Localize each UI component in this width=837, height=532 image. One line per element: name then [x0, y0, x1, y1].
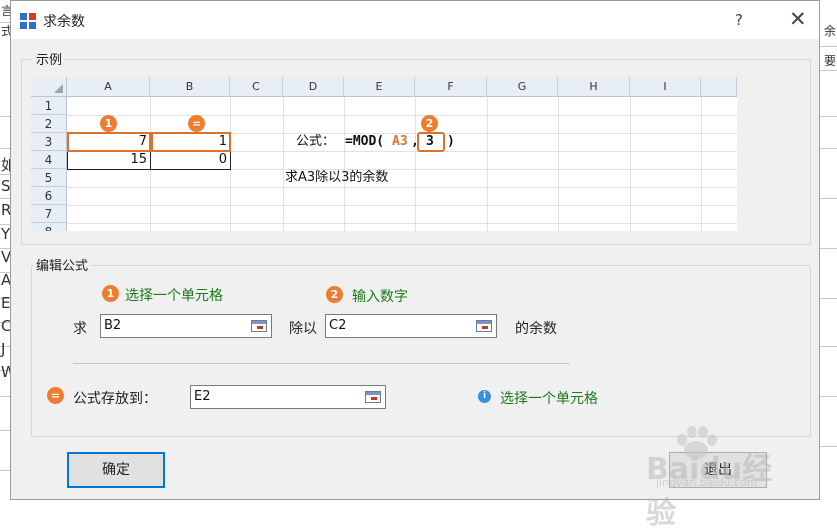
background-sheet-right: 余 要	[820, 0, 837, 512]
formula-number: 3	[426, 134, 434, 149]
app-icon	[20, 13, 36, 29]
step-1-badge: 1	[100, 115, 117, 132]
grid-line	[67, 223, 737, 224]
row-header: 1	[31, 97, 67, 115]
step-1-label: 选择一个单元格	[125, 288, 223, 304]
edit-step-1-badge: 1	[102, 285, 119, 302]
store-label: 公式存放到：	[73, 391, 157, 407]
row-header: 4	[31, 151, 67, 169]
column-header: E	[344, 77, 415, 97]
equals-badge: =	[188, 115, 205, 132]
result-cell-value: E2	[194, 389, 211, 404]
hint-label: 选择一个单元格	[500, 391, 598, 407]
background-text: 要	[824, 54, 837, 68]
edit-step-2-badge: 2	[326, 286, 343, 303]
close-button[interactable]: ✕	[789, 7, 807, 31]
row-header: 8	[31, 223, 67, 231]
dividend-cell-input[interactable]: B2	[100, 314, 272, 338]
qiu-label: 求	[73, 321, 87, 337]
help-button[interactable]: ?	[735, 11, 743, 29]
column-header-extra	[701, 77, 737, 97]
section-divider	[73, 363, 570, 364]
step-2-badge: 2	[421, 115, 438, 132]
cell-a3: 7	[138, 134, 147, 149]
yushu-label: 的余数	[515, 321, 557, 337]
cell-a4: 15	[130, 152, 147, 167]
column-header: F	[415, 77, 487, 97]
grid-line	[67, 205, 737, 206]
column-header: I	[630, 77, 701, 97]
cell-picker-icon[interactable]	[476, 320, 492, 332]
example-group-title: 示例	[33, 49, 66, 68]
chuyi-label: 除以	[289, 321, 317, 337]
example-note: 求A3除以3的余数	[285, 170, 389, 185]
window-title: 求余数	[43, 14, 85, 30]
step-2-label: 输入数字	[352, 289, 408, 305]
grid-line	[67, 115, 737, 116]
grid-line	[701, 97, 702, 231]
column-header: C	[230, 77, 283, 97]
grid-line	[283, 97, 284, 231]
row-header: 7	[31, 205, 67, 223]
column-header: A	[67, 77, 150, 97]
title-bar[interactable]: 求余数 ? ✕	[11, 1, 819, 39]
ok-button[interactable]: 确定	[67, 452, 165, 488]
watermark-url: jingyan.baidu.com	[656, 476, 758, 489]
row-header: 5	[31, 169, 67, 187]
column-header: D	[283, 77, 344, 97]
row-header: 6	[31, 187, 67, 205]
dividend-cell-value: B2	[104, 318, 122, 333]
baidu-watermark: Baidu经验 jingyan.baidu.com	[646, 426, 796, 531]
formula-prefix: =MOD(	[345, 134, 385, 149]
cell-picker-icon[interactable]	[251, 320, 267, 332]
background-text: 余	[824, 24, 837, 38]
background-text: Y	[1, 225, 11, 243]
column-header: G	[487, 77, 558, 97]
formula-suffix: )	[447, 134, 455, 149]
grid-line	[67, 187, 737, 188]
grid-line	[344, 97, 345, 231]
divisor-input[interactable]: C2	[325, 314, 497, 338]
select-all-corner	[31, 77, 67, 97]
column-header: B	[150, 77, 230, 97]
background-text: J	[1, 340, 6, 358]
cell-b4: 0	[218, 152, 227, 167]
info-icon: i	[478, 390, 491, 403]
formula-ref: A3	[392, 134, 408, 149]
grid-line	[415, 97, 416, 231]
cell-picker-icon[interactable]	[365, 391, 381, 403]
result-cell-input[interactable]: E2	[190, 385, 386, 409]
row-header: 3	[31, 133, 67, 151]
divisor-value: C2	[329, 318, 347, 333]
cell-b3: 1	[218, 134, 227, 149]
row-header: 2	[31, 115, 67, 133]
grid-line	[487, 97, 488, 231]
edit-group-title: 编辑公式	[33, 255, 92, 274]
grid-line	[630, 97, 631, 231]
store-badge: =	[47, 387, 64, 404]
example-spreadsheet-image: A B C D E F G H I 1 2 3 4 5 6 7 8	[31, 77, 737, 231]
column-header: H	[558, 77, 630, 97]
grid-line	[558, 97, 559, 231]
formula-label: 公式：	[296, 134, 336, 149]
